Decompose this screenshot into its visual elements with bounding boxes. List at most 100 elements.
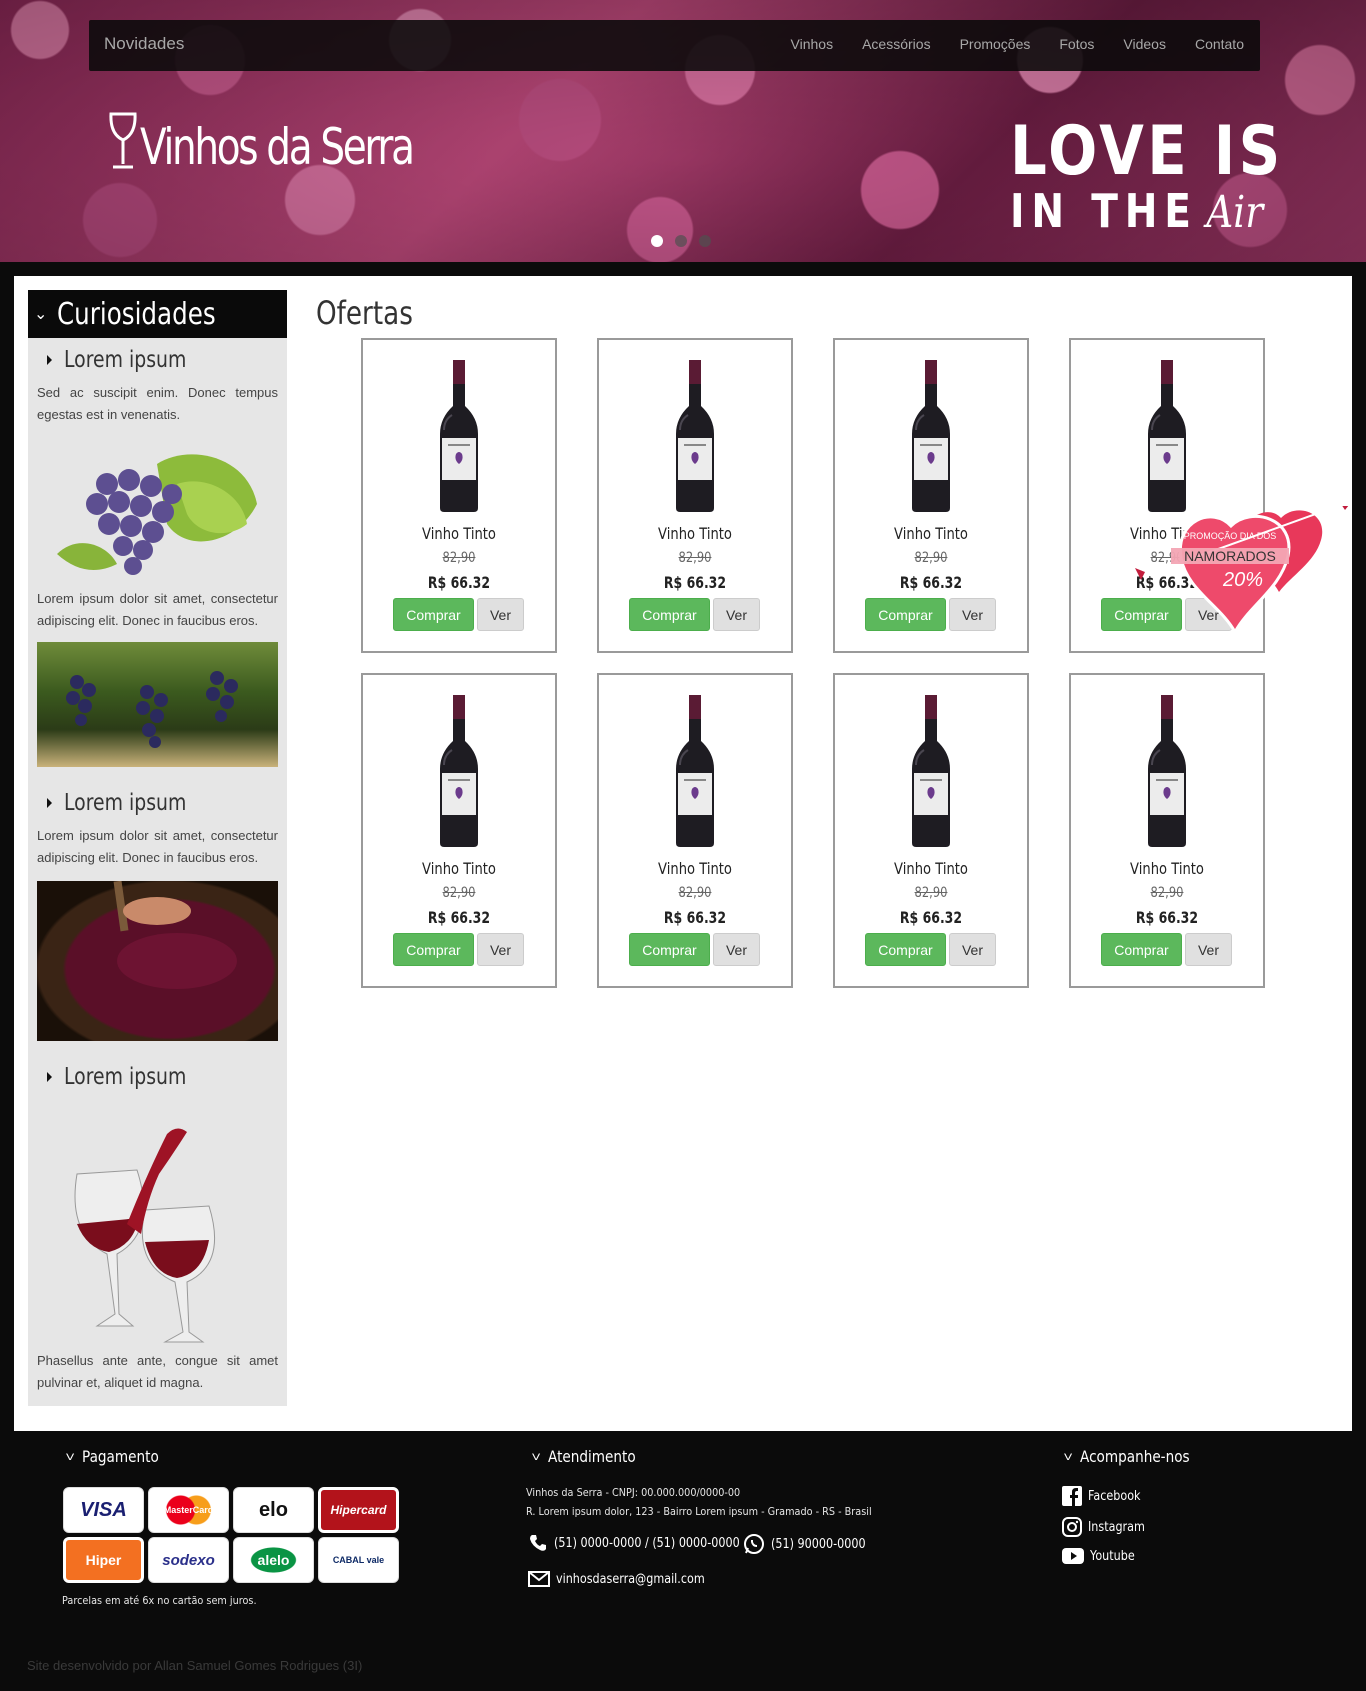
sodexo-card-icon: sodexo (148, 1537, 229, 1583)
site-credit: Site desenvolvido por Allan Samuel Gomes… (27, 1658, 363, 1673)
hearts-icon: PROMOÇÃO DIA DOS NAMORADOS 20% (1135, 500, 1353, 636)
sidebar-section-2: Lorem ipsum Lorem ipsum dolor sit amet, … (28, 781, 287, 1041)
product-card[interactable]: Vinho Tinto 82,90 R$ 66.32 Comprar Ver (597, 673, 793, 988)
service-title-text: Atendimento (548, 1447, 636, 1466)
email-row[interactable]: vinhosdaserra@gmail.com (528, 1571, 729, 1587)
elo-card-icon: elo (233, 1487, 314, 1533)
sidebar: ⌄ Curiosidades Lorem ipsum Sed ac suscip… (28, 290, 287, 1406)
visa-card-icon: VISA (63, 1487, 144, 1533)
product-card[interactable]: Vinho Tinto 82,90 R$ 66.32 Comprar Ver (833, 338, 1029, 653)
wine-bottle-icon[interactable] (672, 695, 718, 847)
nav-item-contato[interactable]: Contato (1195, 36, 1244, 52)
wine-bottle-icon[interactable] (908, 360, 954, 512)
barrel-image (37, 881, 278, 1041)
section-title[interactable]: Lorem ipsum (47, 781, 278, 825)
product-old-price: 82,90 (442, 550, 476, 566)
wine-bottle-icon[interactable] (672, 360, 718, 512)
view-button[interactable]: Ver (713, 933, 760, 966)
hero-banner: Novidades Vinhos Acessórios Promoções Fo… (0, 0, 1366, 262)
chevron-down-icon: ⌄ (34, 306, 48, 323)
product-card[interactable]: Vinho Tinto 82,90 R$ 66.32 Comprar Ver (361, 338, 557, 653)
section-title[interactable]: Lorem ipsum (47, 1055, 278, 1099)
buy-button[interactable]: Comprar (629, 933, 710, 966)
sidebar-title: Curiosidades (57, 296, 217, 332)
product-actions: Comprar Ver (629, 598, 760, 631)
instagram-link[interactable]: Instagram (1062, 1517, 1154, 1537)
carousel-dot-2[interactable] (675, 235, 687, 247)
hiper-card-icon: Hiper (63, 1537, 144, 1583)
view-button[interactable]: Ver (477, 933, 524, 966)
nav-item-fotos[interactable]: Fotos (1059, 36, 1094, 52)
hipercard-icon: Hipercard (318, 1487, 399, 1533)
company-info: Vinhos da Serra - CNPJ: 00.000.000/0000-… (526, 1486, 741, 1499)
product-card[interactable]: Vinho Tinto 82,90 R$ 66.32 Comprar Ver (833, 673, 1029, 988)
product-price: R$ 66.32 (427, 573, 491, 592)
product-old-price: 82,90 (914, 885, 948, 901)
product-card[interactable]: Vinho Tinto 82,90 R$ 66.32 Comprar Ver (1069, 673, 1265, 988)
sidebar-header[interactable]: ⌄ Curiosidades (28, 290, 287, 338)
buy-button[interactable]: Comprar (393, 598, 474, 631)
carousel-dot-1[interactable] (651, 235, 663, 247)
wine-bottle-icon[interactable] (436, 695, 482, 847)
product-price: R$ 66.32 (663, 908, 727, 927)
nav-brand[interactable]: Novidades (104, 34, 184, 54)
product-card[interactable]: Vinho Tinto 82,90 R$ 66.32 Comprar Ver (597, 338, 793, 653)
buy-button[interactable]: Comprar (865, 933, 946, 966)
wine-bottle-icon[interactable] (436, 360, 482, 512)
badge-text-2: NAMORADOS (1184, 548, 1276, 564)
product-name[interactable]: Vinho Tinto (852, 859, 1009, 878)
phone-row[interactable]: (51) 0000-0000 / (51) 0000-0000 (528, 1533, 770, 1553)
nav-menu: Vinhos Acessórios Promoções Fotos Videos… (762, 36, 1244, 52)
whatsapp-text: (51) 90000-0000 (771, 1536, 866, 1552)
email-text: vinhosdaserra@gmail.com (556, 1571, 705, 1587)
product-card[interactable]: Vinho Tinto 82,90 R$ 66.32 Comprar Ver (361, 673, 557, 988)
follow-title-text: Acompanhe-nos (1080, 1447, 1190, 1466)
youtube-link[interactable]: Youtube (1062, 1548, 1142, 1564)
view-button[interactable]: Ver (949, 933, 996, 966)
nav-item-acessorios[interactable]: Acessórios (862, 36, 930, 52)
badge-text-1: PROMOÇÃO DIA DOS (1184, 531, 1277, 541)
phone-text: (51) 0000-0000 / (51) 0000-0000 (554, 1535, 740, 1551)
nav-item-promocoes[interactable]: Promoções (960, 36, 1031, 52)
product-name[interactable]: Vinho Tinto (1088, 859, 1245, 878)
sidebar-section-3: Lorem ipsum Phasellus ante ante, congue … (28, 1055, 287, 1394)
site-logo[interactable]: Vinhos da Serra (108, 112, 490, 172)
chevron-down-icon: V (66, 1451, 75, 1462)
offers-title: Ofertas (316, 294, 413, 332)
product-name[interactable]: Vinho Tinto (380, 524, 537, 543)
product-name[interactable]: Vinho Tinto (616, 859, 773, 878)
wine-bottle-icon[interactable] (908, 695, 954, 847)
product-price: R$ 66.32 (427, 908, 491, 927)
wine-bottle-icon[interactable] (1144, 695, 1190, 847)
view-button[interactable]: Ver (949, 598, 996, 631)
carousel-indicators (651, 235, 711, 247)
view-button[interactable]: Ver (713, 598, 760, 631)
mastercard-icon: MasterCard (148, 1487, 229, 1533)
instagram-icon (1062, 1517, 1082, 1537)
product-old-price: 82,90 (442, 885, 476, 901)
product-name[interactable]: Vinho Tinto (380, 859, 537, 878)
buy-button[interactable]: Comprar (1101, 933, 1182, 966)
buy-button[interactable]: Comprar (629, 598, 710, 631)
badge-text-3: 20% (1222, 569, 1263, 591)
carousel-dot-3[interactable] (699, 235, 711, 247)
product-price: R$ 66.32 (899, 573, 963, 592)
valentines-badge: PROMOÇÃO DIA DOS NAMORADOS 20% (1131, 500, 1356, 636)
buy-button[interactable]: Comprar (865, 598, 946, 631)
facebook-link[interactable]: Facebook (1062, 1486, 1149, 1506)
wine-bottle-icon[interactable] (1144, 360, 1190, 512)
whatsapp-row[interactable]: (51) 90000-0000 (743, 1533, 881, 1555)
cabal-card-icon: CABAL vale (318, 1537, 399, 1583)
nav-item-videos[interactable]: Videos (1123, 36, 1166, 52)
product-price: R$ 66.32 (899, 908, 963, 927)
buy-button[interactable]: Comprar (393, 933, 474, 966)
view-button[interactable]: Ver (1185, 933, 1232, 966)
nav-item-vinhos[interactable]: Vinhos (791, 36, 834, 52)
section-title[interactable]: Lorem ipsum (47, 338, 278, 382)
vineyard-image (37, 642, 278, 767)
product-name[interactable]: Vinho Tinto (616, 524, 773, 543)
product-name[interactable]: Vinho Tinto (852, 524, 1009, 543)
product-actions: Comprar Ver (393, 933, 524, 966)
view-button[interactable]: Ver (477, 598, 524, 631)
section-title-text: Lorem ipsum (64, 347, 187, 373)
